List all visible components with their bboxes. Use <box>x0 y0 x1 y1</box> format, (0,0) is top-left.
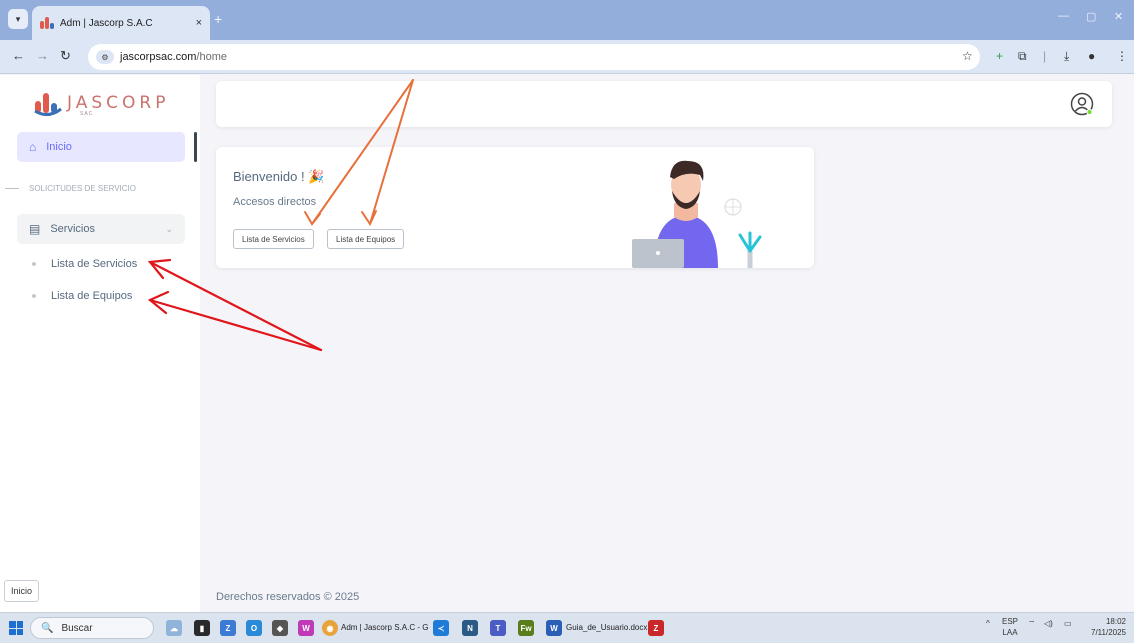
vscode-icon[interactable]: ≺ <box>433 620 449 636</box>
close-window-icon[interactable]: ✕ <box>1114 10 1123 23</box>
tab-search-icon[interactable]: ▾ <box>8 9 28 29</box>
developer-illustration <box>632 160 762 268</box>
url-path: /home <box>196 51 227 63</box>
outlook-icon[interactable]: O <box>246 620 262 636</box>
maximize-icon[interactable]: ▢ <box>1086 10 1096 23</box>
task-view-icon[interactable]: ▮ <box>194 620 210 636</box>
filezilla-icon[interactable]: Z <box>648 620 664 636</box>
sidebar-item-servicios[interactable]: ▤ Servicios ⌄ <box>17 214 185 244</box>
sidebar-item-inicio[interactable]: ⌂ Inicio <box>17 132 185 162</box>
browser-tab[interactable]: Adm | Jascorp S.A.C × <box>32 6 210 40</box>
bullet-icon <box>32 294 36 298</box>
active-indicator <box>194 132 197 162</box>
quick-access-label: Accesos directos <box>233 196 317 208</box>
search-icon: 🔍 <box>41 622 54 634</box>
quick-lista-servicios-button[interactable]: Lista de Servicios <box>233 229 314 249</box>
home-icon: ⌂ <box>29 140 37 154</box>
top-navbar <box>216 81 1112 127</box>
app-w-icon[interactable]: W <box>298 620 314 636</box>
taskbar-clock[interactable]: 18:02 7/11/2025 <box>1086 616 1126 638</box>
tray-language[interactable]: ESP LAA <box>1002 616 1018 638</box>
new-tab-icon[interactable]: + <box>214 11 222 27</box>
welcome-title: Bienvenido ! 🎉 <box>233 169 325 184</box>
browser-toolbar: ← → ↻ ⚙ jascorpsac.com /home ☆ + ⧉ | ⤓ ●… <box>0 40 1134 74</box>
word-taskbar-label[interactable]: Guia_de_Usuario.docx - <box>566 623 652 632</box>
url-domain: jascorpsac.com <box>120 51 197 63</box>
toolbar-divider: | <box>1043 49 1047 63</box>
bullet-icon <box>32 262 36 266</box>
windows-taskbar: 🔍 Buscar ☁ ▮ Z O ◆ W ◉ Adm | Jascorp S.A… <box>0 612 1134 643</box>
quick-lista-equipos-button[interactable]: Lista de Equipos <box>327 229 405 249</box>
chevron-down-icon: ⌄ <box>165 223 173 234</box>
tab-title: Adm | Jascorp S.A.C <box>60 17 153 29</box>
fireworks-icon[interactable]: Fw <box>518 620 534 636</box>
back-icon[interactable]: ← <box>12 48 25 63</box>
brand-subtitle: SAC <box>80 111 94 117</box>
volume-icon[interactable]: ◁) <box>1044 619 1053 628</box>
menu-section-header: SOLICITUDES DE SERVICIO <box>0 184 136 193</box>
sidebar-subitem-lista-equipos[interactable]: Lista de Equipos <box>32 290 132 302</box>
profile-avatar-icon[interactable]: ● <box>1088 49 1095 63</box>
extension-plus-icon[interactable]: + <box>996 49 1003 63</box>
footer-copyright: Derechos reservados © 2025 <box>216 591 360 603</box>
chrome-taskbar-label[interactable]: Adm | Jascorp S.A.C - G <box>341 623 428 632</box>
bookmark-star-icon[interactable]: ☆ <box>962 49 973 63</box>
app-shield-icon[interactable]: ◆ <box>272 620 288 636</box>
app-z-icon[interactable]: Z <box>220 620 236 636</box>
word-icon[interactable]: W <box>546 620 562 636</box>
windows-start-icon[interactable] <box>9 621 23 635</box>
user-account-icon[interactable] <box>1070 92 1094 116</box>
teams-icon[interactable]: T <box>490 620 506 636</box>
minimize-icon[interactable]: — <box>1058 10 1069 22</box>
status-url-tooltip: Inicio <box>4 580 40 602</box>
tab-close-icon[interactable]: × <box>196 17 202 29</box>
app-n-icon[interactable]: N <box>462 620 478 636</box>
welcome-card: Bienvenido ! 🎉 Accesos directos Lista de… <box>216 147 814 268</box>
widgets-icon[interactable]: ☁ <box>166 620 182 636</box>
reload-icon[interactable]: ↻ <box>60 48 71 64</box>
sidebar-subitem-lista-servicios[interactable]: Lista de Servicios <box>32 258 137 270</box>
sidebar-item-label: Inicio <box>46 141 72 153</box>
site-settings-icon[interactable]: ⚙ <box>96 50 114 64</box>
extensions-puzzle-icon[interactable]: ⧉ <box>1018 49 1027 64</box>
more-options-icon[interactable]: ⋮ <box>1116 49 1128 63</box>
download-icon[interactable]: ⤓ <box>1064 49 1069 64</box>
sidebar: JASCORP SAC ⌂ Inicio SOLICITUDES DE SERV… <box>0 75 200 612</box>
tray-chevron-up-icon[interactable]: ^ <box>986 619 990 628</box>
brand-logo[interactable]: JASCORP <box>33 89 169 117</box>
forward-icon[interactable]: → <box>36 48 49 63</box>
battery-icon[interactable]: ▭ <box>1064 619 1072 628</box>
jascorp-favicon-icon <box>40 17 54 29</box>
brand-name: JASCORP <box>67 93 170 113</box>
chrome-icon[interactable]: ◉ <box>322 620 338 636</box>
wifi-icon[interactable]: ⌔ <box>1028 619 1036 629</box>
jascorp-logo-icon <box>34 93 62 116</box>
address-bar[interactable]: ⚙ jascorpsac.com /home <box>88 44 980 70</box>
sidebar-item-label: Servicios <box>50 223 95 235</box>
browser-tab-bar: ▾ Adm | Jascorp S.A.C × + — ▢ ✕ <box>0 0 1134 40</box>
calendar-icon: ▤ <box>29 222 41 236</box>
taskbar-search[interactable]: 🔍 Buscar <box>30 617 154 639</box>
